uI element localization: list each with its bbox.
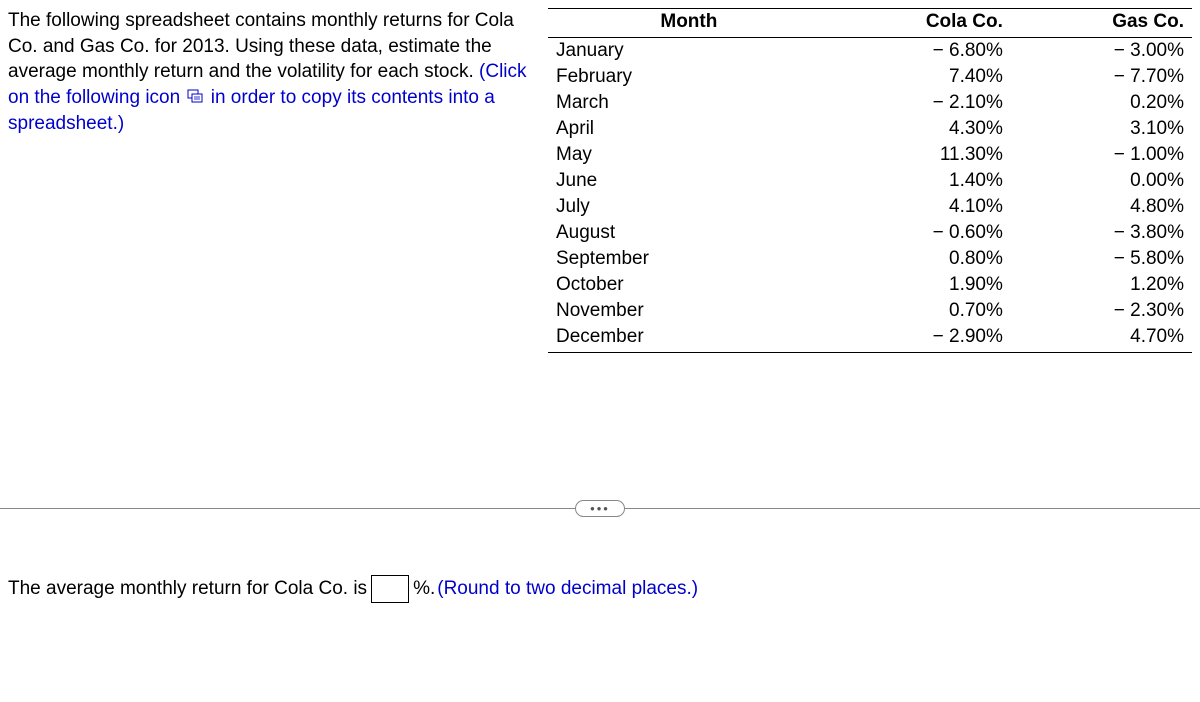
table-row: September0.80%− 5.80%: [548, 246, 1192, 272]
table-row: May11.30%− 1.00%: [548, 142, 1192, 168]
header-gas: Gas Co.: [1011, 9, 1192, 38]
table-row: October1.90%1.20%: [548, 272, 1192, 298]
gas-value-cell: − 2.30%: [1011, 298, 1192, 324]
table-row: November0.70%− 2.30%: [548, 298, 1192, 324]
question-intro: The following spreadsheet contains month…: [8, 10, 514, 82]
gas-value-cell: − 3.80%: [1011, 220, 1192, 246]
month-cell: April: [548, 116, 830, 142]
month-cell: May: [548, 142, 830, 168]
answer-hint: (Round to two decimal places.): [437, 578, 698, 600]
gas-value-cell: 3.10%: [1011, 116, 1192, 142]
cola-value-cell: − 0.60%: [830, 220, 1011, 246]
header-month: Month: [548, 9, 830, 38]
month-cell: June: [548, 168, 830, 194]
question-text: The following spreadsheet contains month…: [8, 8, 548, 353]
ellipsis-button[interactable]: •••: [575, 500, 625, 517]
month-cell: December: [548, 324, 830, 353]
gas-value-cell: − 3.00%: [1011, 38, 1192, 65]
answer-section: The average monthly return for Cola Co. …: [8, 575, 698, 603]
cola-value-cell: − 2.10%: [830, 90, 1011, 116]
main-container: The following spreadsheet contains month…: [0, 0, 1200, 353]
divider-line-right: [625, 508, 1200, 509]
cola-value-cell: − 2.90%: [830, 324, 1011, 353]
month-cell: March: [548, 90, 830, 116]
gas-value-cell: 0.20%: [1011, 90, 1192, 116]
answer-input[interactable]: [371, 575, 409, 603]
table-row: February7.40%− 7.70%: [548, 64, 1192, 90]
answer-suffix: %.: [413, 578, 435, 600]
table-row: July4.10%4.80%: [548, 194, 1192, 220]
header-cola: Cola Co.: [830, 9, 1011, 38]
month-cell: July: [548, 194, 830, 220]
table-row: March− 2.10%0.20%: [548, 90, 1192, 116]
month-cell: August: [548, 220, 830, 246]
divider-section: •••: [0, 500, 1200, 517]
month-cell: September: [548, 246, 830, 272]
copy-icon[interactable]: [187, 85, 203, 111]
gas-value-cell: − 7.70%: [1011, 64, 1192, 90]
gas-value-cell: − 5.80%: [1011, 246, 1192, 272]
cola-value-cell: 0.70%: [830, 298, 1011, 324]
gas-value-cell: 4.80%: [1011, 194, 1192, 220]
cola-value-cell: 7.40%: [830, 64, 1011, 90]
table-row: June1.40%0.00%: [548, 168, 1192, 194]
month-cell: November: [548, 298, 830, 324]
cola-value-cell: 1.90%: [830, 272, 1011, 298]
cola-value-cell: 11.30%: [830, 142, 1011, 168]
table-row: January− 6.80%− 3.00%: [548, 38, 1192, 65]
returns-table: Month Cola Co. Gas Co. January− 6.80%− 3…: [548, 8, 1192, 353]
cola-value-cell: 4.10%: [830, 194, 1011, 220]
cola-value-cell: 0.80%: [830, 246, 1011, 272]
table-row: December− 2.90%4.70%: [548, 324, 1192, 353]
data-table-wrapper: Month Cola Co. Gas Co. January− 6.80%− 3…: [548, 8, 1192, 353]
table-header-row: Month Cola Co. Gas Co.: [548, 9, 1192, 38]
cola-value-cell: 1.40%: [830, 168, 1011, 194]
answer-prefix: The average monthly return for Cola Co. …: [8, 578, 367, 600]
month-cell: October: [548, 272, 830, 298]
month-cell: January: [548, 38, 830, 65]
table-row: April4.30%3.10%: [548, 116, 1192, 142]
cola-value-cell: − 6.80%: [830, 38, 1011, 65]
month-cell: February: [548, 64, 830, 90]
gas-value-cell: 4.70%: [1011, 324, 1192, 353]
table-row: August− 0.60%− 3.80%: [548, 220, 1192, 246]
gas-value-cell: − 1.00%: [1011, 142, 1192, 168]
gas-value-cell: 0.00%: [1011, 168, 1192, 194]
gas-value-cell: 1.20%: [1011, 272, 1192, 298]
cola-value-cell: 4.30%: [830, 116, 1011, 142]
divider-line-left: [0, 508, 575, 509]
